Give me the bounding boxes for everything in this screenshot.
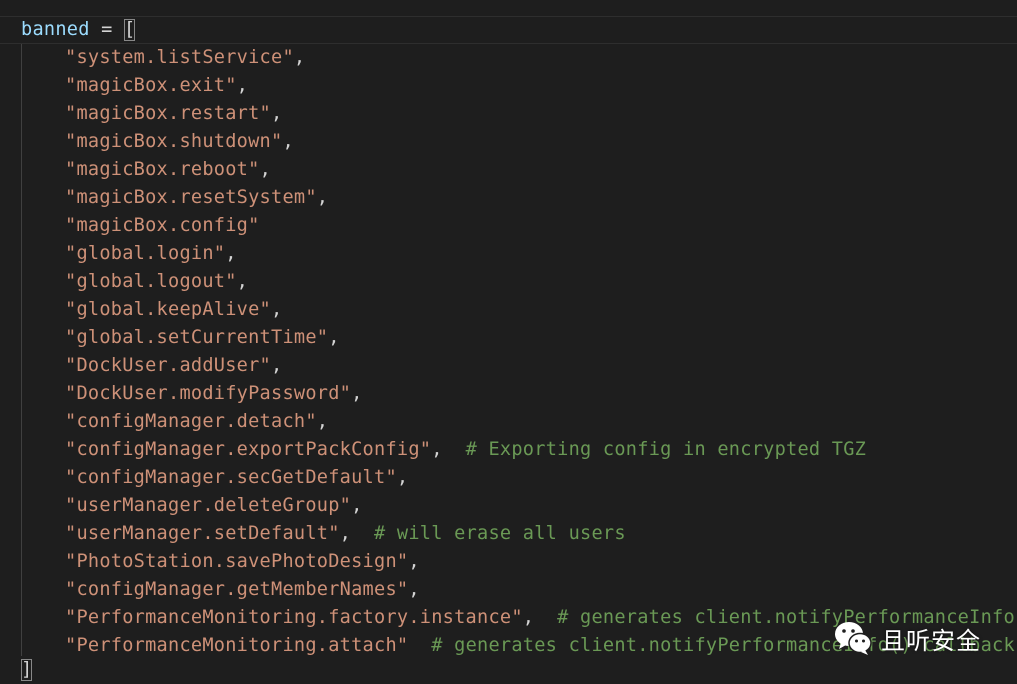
punctuation: ,: [522, 607, 558, 628]
variable-name: banned: [21, 19, 90, 40]
code-line[interactable]: "magicBox.restart",: [65, 100, 282, 128]
string-literal: "system.listService": [65, 47, 294, 68]
punctuation: ,: [271, 299, 283, 320]
punctuation: ,: [351, 383, 363, 404]
string-literal: "global.setCurrentTime": [65, 327, 329, 348]
punctuation: ,: [316, 411, 329, 432]
wechat-watermark: 且听安全: [833, 618, 981, 658]
string-literal: "userManager.setDefault": [65, 523, 340, 544]
code-editor[interactable]: banned = [ "system.listService", "magicB…: [0, 0, 1017, 684]
comment: # will erase all users: [374, 523, 626, 544]
string-literal: "configManager.getMemberNames": [65, 579, 409, 600]
punctuation: ,: [396, 467, 409, 488]
string-literal: "magicBox.config": [65, 215, 260, 236]
string-literal: "global.logout": [65, 271, 237, 292]
string-literal: "userManager.deleteGroup": [65, 495, 352, 516]
string-literal: "DockUser.addUser": [65, 355, 271, 376]
close-bracket: ]: [21, 659, 33, 681]
punctuation: ,: [271, 103, 283, 124]
code-line[interactable]: "userManager.deleteGroup",: [65, 492, 363, 520]
string-literal: "magicBox.shutdown": [65, 131, 283, 152]
punctuation: ,: [408, 551, 420, 572]
punctuation: ,: [339, 523, 375, 544]
string-literal: "magicBox.restart": [65, 103, 271, 124]
current-line-highlight: [0, 16, 1017, 44]
code-line[interactable]: "magicBox.resetSystem",: [65, 184, 328, 212]
comment: # Exporting config in encrypted TGZ: [465, 439, 867, 460]
code-line-declaration[interactable]: banned = [: [21, 16, 136, 44]
code-line[interactable]: "magicBox.reboot",: [65, 156, 271, 184]
indent-guide: [21, 44, 22, 656]
punctuation: ,: [225, 243, 237, 264]
code-line[interactable]: "magicBox.config": [65, 212, 260, 240]
code-line[interactable]: "DockUser.modifyPassword",: [65, 380, 363, 408]
code-line[interactable]: "configManager.detach",: [65, 408, 328, 436]
code-line[interactable]: "userManager.setDefault", # will erase a…: [65, 520, 626, 548]
string-literal: "configManager.exportPackConfig": [65, 439, 432, 460]
code-line[interactable]: "magicBox.shutdown",: [65, 128, 294, 156]
punctuation: ,: [351, 495, 363, 516]
code-line-close[interactable]: ]: [21, 656, 33, 684]
string-literal: "global.keepAlive": [65, 299, 271, 320]
punctuation: ,: [293, 47, 306, 68]
punctuation: ,: [328, 327, 340, 348]
code-line[interactable]: "global.keepAlive",: [65, 296, 282, 324]
code-line[interactable]: "global.login",: [65, 240, 237, 268]
string-literal: "PhotoStation.savePhotoDesign": [65, 551, 409, 572]
punctuation: ,: [259, 159, 272, 180]
string-literal: "DockUser.modifyPassword": [65, 383, 352, 404]
code-line[interactable]: "global.setCurrentTime",: [65, 324, 340, 352]
code-line[interactable]: "configManager.secGetDefault",: [65, 464, 408, 492]
code-line[interactable]: "DockUser.addUser",: [65, 352, 282, 380]
code-line[interactable]: "configManager.getMemberNames",: [65, 576, 420, 604]
code-line[interactable]: "magicBox.exit",: [65, 72, 248, 100]
punctuation: ,: [316, 187, 329, 208]
punctuation: ,: [236, 75, 249, 96]
string-literal: "magicBox.reboot": [65, 159, 260, 180]
code-line[interactable]: "configManager.exportPackConfig", # Expo…: [65, 436, 866, 464]
assign-operator: =: [89, 19, 125, 40]
code-line[interactable]: "PhotoStation.savePhotoDesign",: [65, 548, 420, 576]
punctuation: ,: [282, 131, 294, 152]
string-literal: "PerformanceMonitoring.attach": [65, 635, 409, 656]
wechat-icon: [835, 622, 872, 655]
string-literal: "magicBox.exit": [65, 75, 237, 96]
watermark-text: 且听安全: [881, 626, 981, 655]
punctuation: [408, 635, 431, 656]
open-bracket: [: [124, 19, 136, 41]
string-literal: "configManager.detach": [65, 411, 317, 432]
punctuation: ,: [236, 271, 249, 292]
code-line[interactable]: "system.listService",: [65, 44, 305, 72]
punctuation: ,: [271, 355, 283, 376]
punctuation: ,: [431, 439, 466, 460]
string-literal: "magicBox.resetSystem": [65, 187, 317, 208]
punctuation: ,: [408, 579, 420, 600]
string-literal: "PerformanceMonitoring.factory.instance": [65, 607, 523, 628]
code-line[interactable]: "global.logout",: [65, 268, 248, 296]
string-literal: "global.login": [65, 243, 226, 264]
string-literal: "configManager.secGetDefault": [65, 467, 397, 488]
